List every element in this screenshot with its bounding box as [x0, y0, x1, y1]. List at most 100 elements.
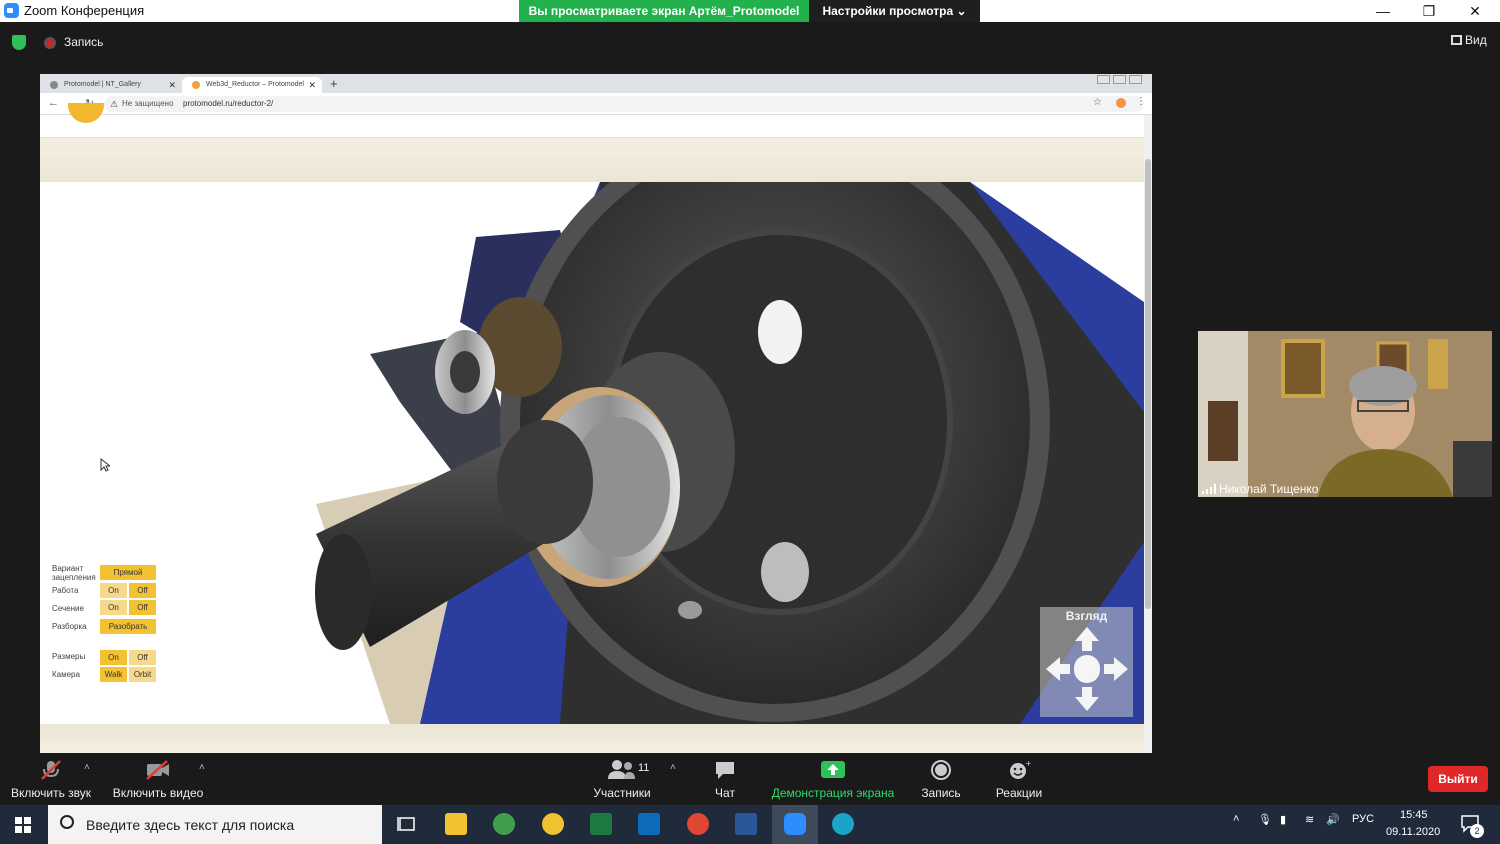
warning-icon[interactable]: ⚠: [110, 99, 118, 110]
restore-icon[interactable]: ❐: [1406, 0, 1452, 22]
tab-label: Web3d_Reductor – Protomodel: [206, 81, 304, 88]
section-off-button[interactable]: Off: [129, 600, 156, 615]
chrome-icon[interactable]: [687, 813, 709, 835]
share-screen-icon: [821, 761, 845, 778]
browser-restore-icon[interactable]: [1113, 75, 1126, 84]
protomodel-logo[interactable]: [68, 103, 104, 123]
camera-orbit-button[interactable]: Orbit: [129, 667, 156, 682]
participant-name: Николай Тищенко: [1219, 482, 1319, 496]
volume-icon[interactable]: 🔊: [1326, 813, 1340, 826]
camera-walk-button[interactable]: Walk: [100, 667, 127, 682]
work-off-button[interactable]: Off: [129, 583, 156, 598]
engagement-label: Вариант зацепления: [52, 564, 96, 582]
section-on-button[interactable]: On: [100, 600, 127, 615]
muted-mic-icon: [41, 760, 61, 780]
chat-label: Чат: [715, 786, 735, 800]
edge-icon[interactable]: [832, 813, 854, 835]
mouse-icon[interactable]: [1074, 655, 1100, 683]
participants-chevron-up-icon[interactable]: ˄: [670, 762, 676, 773]
view-navigation-widget[interactable]: Взгляд: [1040, 607, 1133, 717]
dimensions-off-button[interactable]: Off: [129, 650, 156, 665]
start-video-button[interactable]: Включить видео: [112, 759, 204, 800]
tab-close-icon[interactable]: ✕: [168, 77, 176, 93]
file-explorer-icon[interactable]: [445, 813, 467, 835]
battery-icon[interactable]: ▮: [1280, 813, 1286, 826]
view-settings-button[interactable]: Настройки просмотра ⌄: [809, 0, 980, 22]
new-tab-icon[interactable]: +: [330, 76, 338, 91]
task-view-icon[interactable]: [396, 813, 418, 835]
recording-icon: [44, 37, 56, 49]
unmute-label: Включить звук: [10, 786, 92, 800]
reactions-button[interactable]: + Реакции: [994, 759, 1044, 800]
close-icon[interactable]: ✕: [1452, 0, 1498, 22]
clock-date[interactable]: 09.11.2020: [1386, 826, 1440, 838]
record-label: Запись: [921, 786, 961, 800]
bookmark-star-icon[interactable]: ☆: [1093, 97, 1102, 108]
minimize-icon[interactable]: —: [1360, 0, 1406, 22]
signal-strength-icon: [1202, 484, 1216, 494]
word-icon[interactable]: [735, 813, 757, 835]
pinion-bearing-bore: [450, 351, 480, 393]
dimensions-on-button[interactable]: On: [100, 650, 127, 665]
arrow-left-icon[interactable]: [1046, 657, 1070, 681]
shared-screen-browser: Protomodel | NT_Gallery ✕ Web3d_Reductor…: [40, 74, 1152, 753]
share-screen-button[interactable]: Демонстрация экрана: [770, 759, 896, 800]
reactions-icon: +: [1010, 759, 1031, 779]
page-band-top: [40, 138, 1144, 182]
start-video-label: Включить видео: [112, 786, 204, 800]
gear-hole-top: [758, 300, 802, 364]
language-indicator[interactable]: РУС: [1352, 813, 1374, 825]
engagement-select-button[interactable]: Прямой: [100, 565, 156, 580]
page-header: [40, 103, 1144, 138]
zoom-app-icon: [4, 3, 19, 18]
arrow-down-icon[interactable]: [1075, 687, 1099, 711]
search-placeholder[interactable]: Введите здесь текст для поиска: [86, 817, 294, 833]
security-status[interactable]: Не защищено: [122, 99, 173, 108]
video-options-chevron-up-icon[interactable]: ˄: [199, 762, 205, 773]
leave-meeting-button[interactable]: Выйти: [1428, 766, 1488, 792]
arrow-up-icon[interactable]: [1075, 627, 1099, 651]
browser-tab-reductor[interactable]: Web3d_Reductor – Protomodel ✕: [182, 77, 322, 93]
browser-tab-gallery[interactable]: Protomodel | NT_Gallery ✕: [40, 77, 182, 93]
view-button[interactable]: Вид: [1465, 33, 1487, 47]
3d-gear-viewport[interactable]: [40, 182, 1144, 724]
dimensions-label: Размеры: [52, 652, 86, 661]
recording-label: Запись: [64, 35, 104, 49]
disassembly-label: Разборка: [52, 622, 87, 631]
scrollbar-thumb[interactable]: [1145, 159, 1151, 609]
tab-close-icon[interactable]: ✕: [308, 77, 316, 93]
extension-icon[interactable]: [1116, 98, 1126, 108]
section-label: Сечение: [52, 604, 84, 613]
clock-time[interactable]: 15:45: [1400, 809, 1428, 821]
gear-hole-bottom: [761, 542, 809, 602]
work-on-button[interactable]: On: [100, 583, 127, 598]
nav-arrows[interactable]: [1044, 625, 1130, 713]
outlook-icon[interactable]: [638, 813, 660, 835]
reactions-label: Реакции: [995, 786, 1043, 800]
chat-button[interactable]: Чат: [706, 759, 744, 800]
disassemble-button[interactable]: Разобрать: [100, 619, 156, 634]
excel-icon[interactable]: [590, 813, 612, 835]
chevron-up-icon[interactable]: ˄: [1233, 813, 1239, 825]
zoom-icon[interactable]: [784, 813, 806, 835]
participant-video[interactable]: [1198, 331, 1492, 497]
audio-options-chevron-up-icon[interactable]: ˄: [84, 762, 90, 773]
maps-app-icon[interactable]: [493, 813, 515, 835]
grid-view-icon[interactable]: [1451, 35, 1462, 45]
security-shield-icon[interactable]: [12, 35, 26, 50]
1c-app-icon[interactable]: [542, 813, 564, 835]
network-icon[interactable]: ≋: [1305, 813, 1314, 826]
browser-close-icon[interactable]: [1129, 75, 1142, 84]
browser-menu-icon[interactable]: ⋮: [1136, 96, 1146, 107]
windows-start-icon[interactable]: [0, 805, 46, 844]
unmute-button[interactable]: Включить звук: [10, 759, 92, 800]
shaft-end: [315, 534, 371, 650]
shaft-step: [497, 420, 593, 544]
record-icon: [931, 760, 951, 780]
microphone-icon[interactable]: 🎙: [1258, 813, 1272, 826]
arrow-right-icon[interactable]: [1104, 657, 1128, 681]
record-button[interactable]: Запись: [918, 759, 964, 800]
url-text[interactable]: protomodel.ru/reductor-2/: [183, 99, 273, 108]
back-icon[interactable]: ←: [48, 97, 59, 109]
browser-minimize-icon[interactable]: [1097, 75, 1110, 84]
